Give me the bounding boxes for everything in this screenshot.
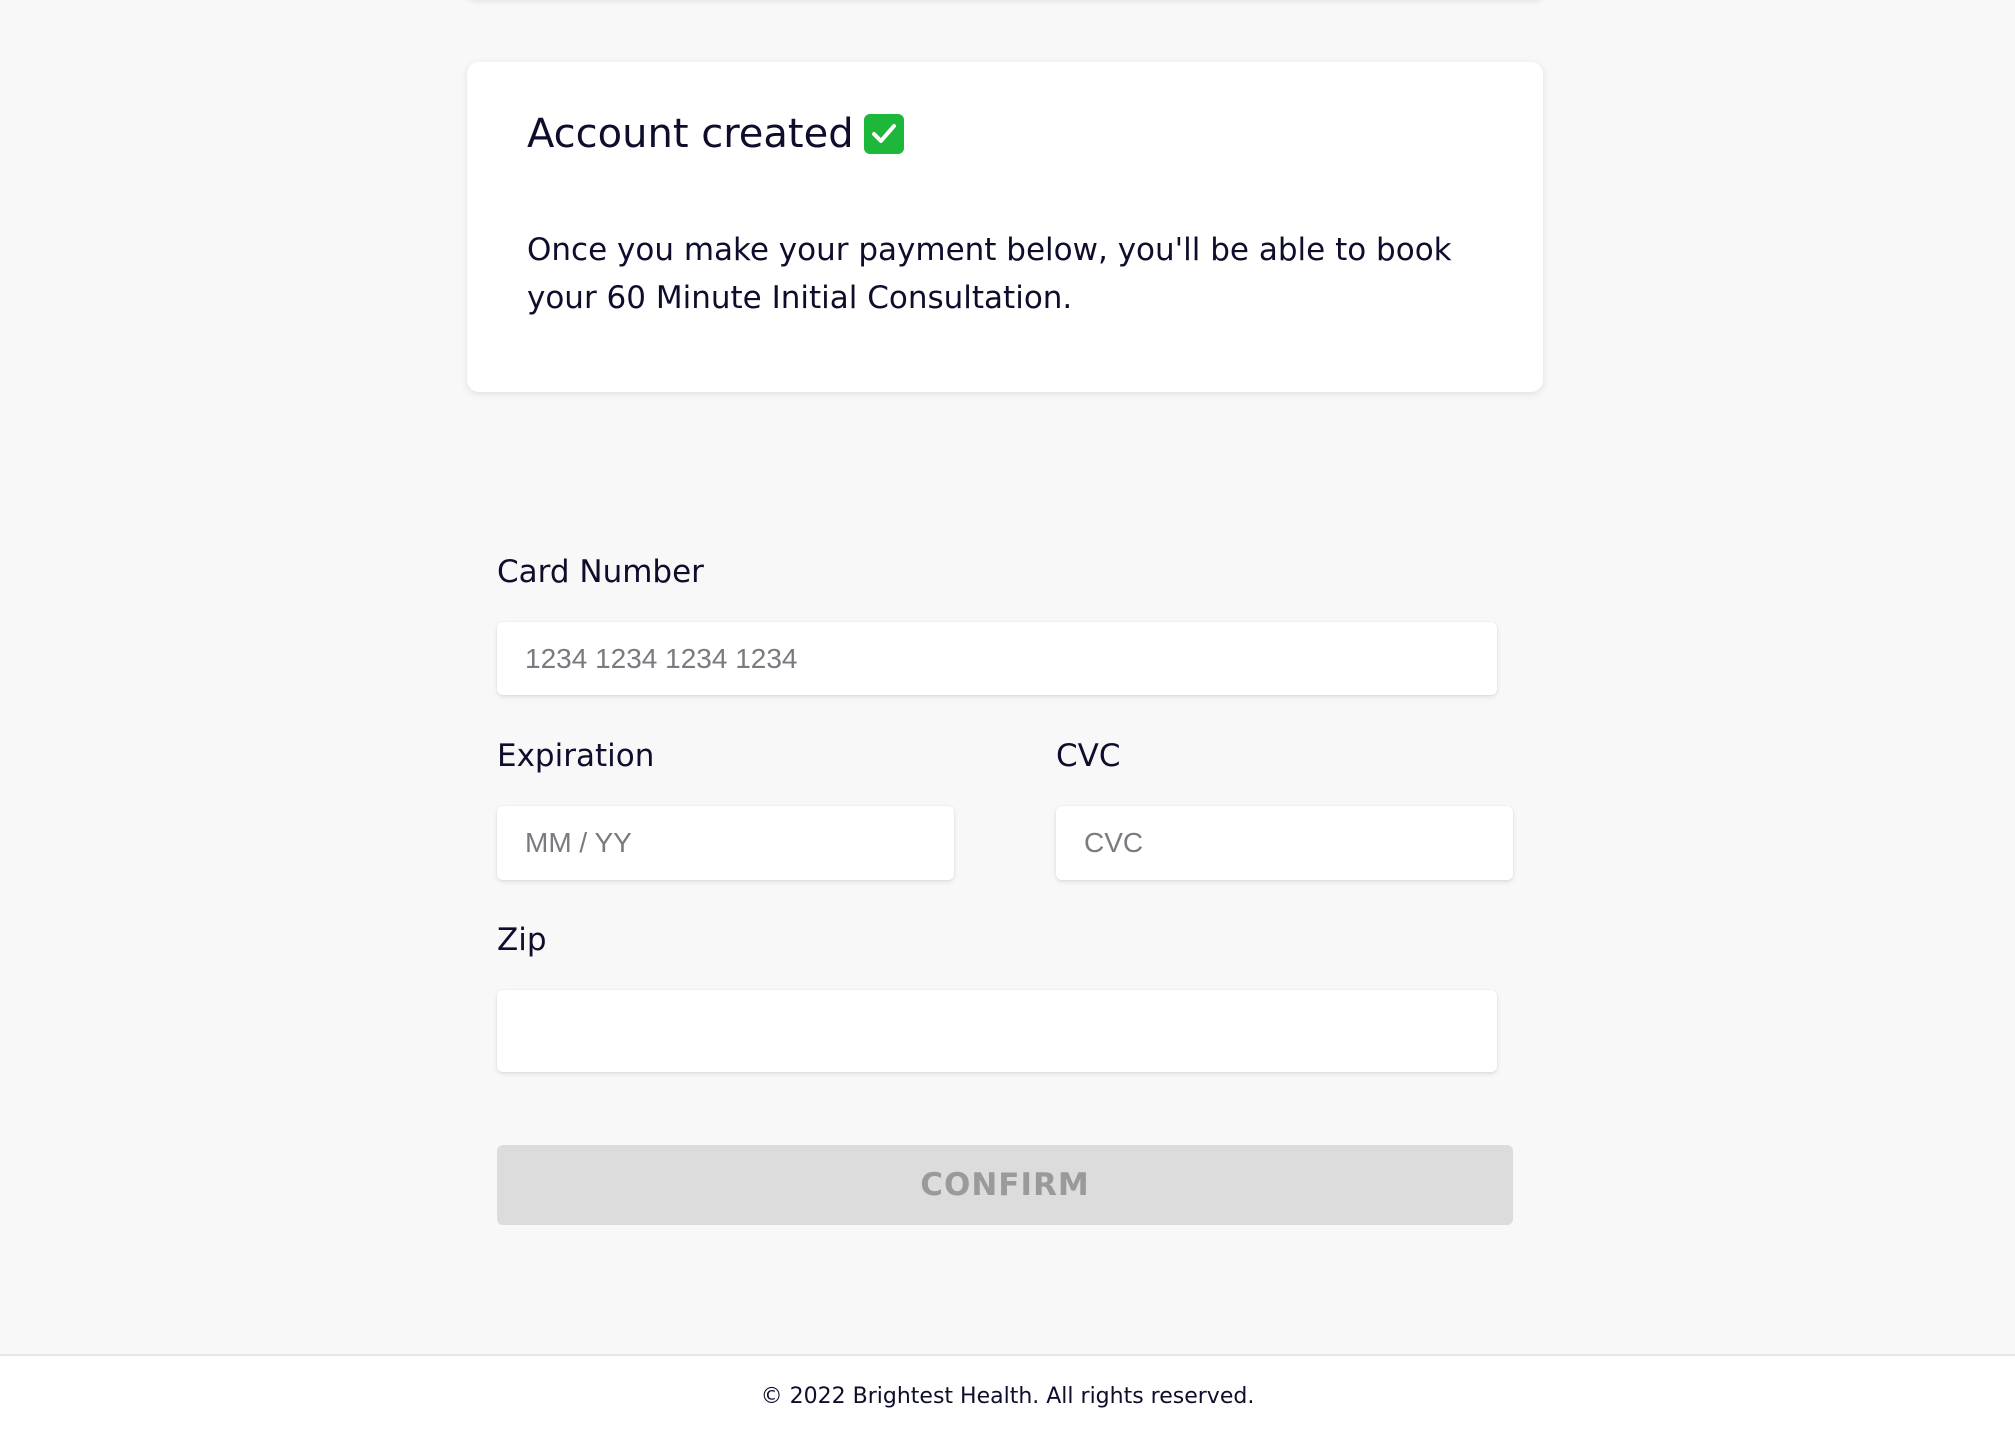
card-title: Account created bbox=[527, 106, 1483, 162]
confirm-button[interactable]: CONFIRM bbox=[497, 1145, 1513, 1225]
expiration-input[interactable] bbox=[497, 806, 954, 880]
cvc-input[interactable] bbox=[1056, 806, 1513, 880]
card-number-input[interactable] bbox=[497, 622, 1497, 695]
account-status-card: Account created Once you make your payme… bbox=[467, 62, 1543, 392]
card-number-label: Card Number bbox=[497, 554, 704, 590]
zip-label: Zip bbox=[497, 922, 547, 958]
check-mark-icon bbox=[863, 114, 904, 154]
card-message: Once you make your payment below, you'll… bbox=[527, 232, 1452, 316]
card-title-text: Account created bbox=[527, 111, 854, 157]
footer: © 2022 Brightest Health. All rights rese… bbox=[0, 1354, 2015, 1436]
zip-input[interactable] bbox=[497, 990, 1497, 1072]
copyright-text: © 2022 Brightest Health. All rights rese… bbox=[760, 1384, 1255, 1409]
cvc-label: CVC bbox=[1056, 738, 1121, 774]
expiration-label: Expiration bbox=[497, 738, 655, 774]
